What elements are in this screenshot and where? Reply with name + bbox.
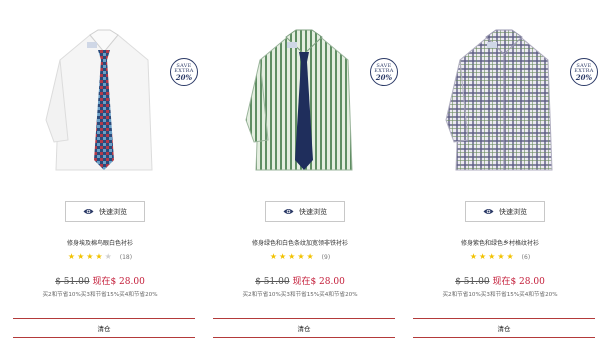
quick-view-button[interactable]: 快速浏览 bbox=[465, 201, 545, 222]
save-extra-badge: SAVE EXTRA 20% bbox=[570, 58, 598, 86]
quick-view-label: 快速浏览 bbox=[99, 207, 127, 216]
quick-view-label: 快速浏览 bbox=[499, 207, 527, 216]
star-icon: ★ bbox=[288, 252, 296, 261]
star-rating: ★ ★ ★ ★ ★ (6) bbox=[400, 253, 600, 261]
star-icon: ★ bbox=[269, 252, 277, 261]
star-icon: ★ bbox=[95, 252, 103, 261]
shirt-image bbox=[245, 29, 353, 171]
star-rating: ★ ★ ★ ★ ★ (9) bbox=[200, 253, 400, 261]
clearance-button[interactable]: 清仓 bbox=[413, 318, 595, 338]
product-image[interactable]: SAVE EXTRA 20% bbox=[40, 20, 198, 190]
promo-text: 买2和节省10%买3和节省15%买4和节省20% bbox=[442, 292, 558, 298]
price: $ 51.00 现在$ 28.00 bbox=[200, 274, 400, 287]
promo-text: 买2和节省10%买3和节省15%买4和节省20% bbox=[42, 292, 158, 298]
new-price: 现在$ 28.00 bbox=[92, 277, 145, 287]
promo-text: 买2和节省10%买3和节省15%买4和节省20% bbox=[242, 292, 358, 298]
star-icon: ★ bbox=[86, 252, 94, 261]
star-icon: ★ bbox=[469, 252, 477, 261]
rating-count: (18) bbox=[119, 253, 133, 261]
quick-view-button[interactable]: 快速浏览 bbox=[65, 201, 145, 222]
product-image[interactable]: SAVE EXTRA 20% bbox=[240, 20, 398, 190]
old-price: $ 51.00 bbox=[455, 277, 490, 287]
shirt-image bbox=[445, 29, 553, 171]
eye-icon bbox=[83, 209, 94, 214]
price: $ 51.00 现在$ 28.00 bbox=[400, 274, 600, 287]
product-card[interactable]: SAVE EXTRA 20% 快速浏览 修身紫色和绿色乡村格纹衬衫 ★ ★ ★ … bbox=[400, 0, 600, 341]
save-extra-badge: SAVE EXTRA 20% bbox=[370, 58, 398, 86]
rating-count: (6) bbox=[521, 253, 531, 261]
old-price: $ 51.00 bbox=[255, 277, 290, 287]
product-image[interactable]: SAVE EXTRA 20% bbox=[440, 20, 598, 190]
clearance-button[interactable]: 清仓 bbox=[13, 318, 195, 338]
product-grid: SAVE EXTRA 20% 快速浏览 修身埃及棉鸟眼白色衬衫 ★ ★ ★ ★ … bbox=[0, 0, 600, 341]
star-icon: ★ bbox=[506, 252, 514, 261]
star-icon: ★ bbox=[306, 252, 314, 261]
star-icon: ★ bbox=[67, 252, 76, 261]
eye-icon bbox=[483, 209, 494, 214]
price: $ 51.00 现在$ 28.00 bbox=[0, 274, 200, 287]
save-extra-badge: SAVE EXTRA 20% bbox=[170, 58, 198, 86]
star-rating: ★ ★ ★ ★ ★ (18) bbox=[0, 253, 200, 261]
shirt-image bbox=[45, 29, 153, 171]
star-icon: ★ bbox=[278, 252, 287, 261]
eye-icon bbox=[283, 209, 294, 214]
star-icon: ★ bbox=[488, 252, 496, 261]
product-title[interactable]: 修身紫色和绿色乡村格纹衬衫 bbox=[400, 238, 600, 247]
star-icon: ★ bbox=[104, 252, 112, 261]
quick-view-label: 快速浏览 bbox=[299, 207, 327, 216]
quick-view-button[interactable]: 快速浏览 bbox=[265, 201, 345, 222]
product-card[interactable]: SAVE EXTRA 20% 快速浏览 修身绿色和白色条纹加宽领非铁衬衫 ★ ★… bbox=[200, 0, 400, 341]
old-price: $ 51.00 bbox=[55, 277, 90, 287]
rating-count: (9) bbox=[321, 253, 331, 261]
star-icon: ★ bbox=[478, 252, 487, 261]
star-icon: ★ bbox=[497, 252, 505, 261]
star-icon: ★ bbox=[297, 252, 305, 261]
product-card[interactable]: SAVE EXTRA 20% 快速浏览 修身埃及棉鸟眼白色衬衫 ★ ★ ★ ★ … bbox=[0, 0, 200, 341]
clearance-button[interactable]: 清仓 bbox=[213, 318, 395, 338]
star-icon: ★ bbox=[77, 252, 85, 261]
new-price: 现在$ 28.00 bbox=[492, 277, 545, 287]
product-title[interactable]: 修身埃及棉鸟眼白色衬衫 bbox=[0, 238, 200, 247]
new-price: 现在$ 28.00 bbox=[292, 277, 345, 287]
product-title[interactable]: 修身绿色和白色条纹加宽领非铁衬衫 bbox=[200, 238, 400, 247]
